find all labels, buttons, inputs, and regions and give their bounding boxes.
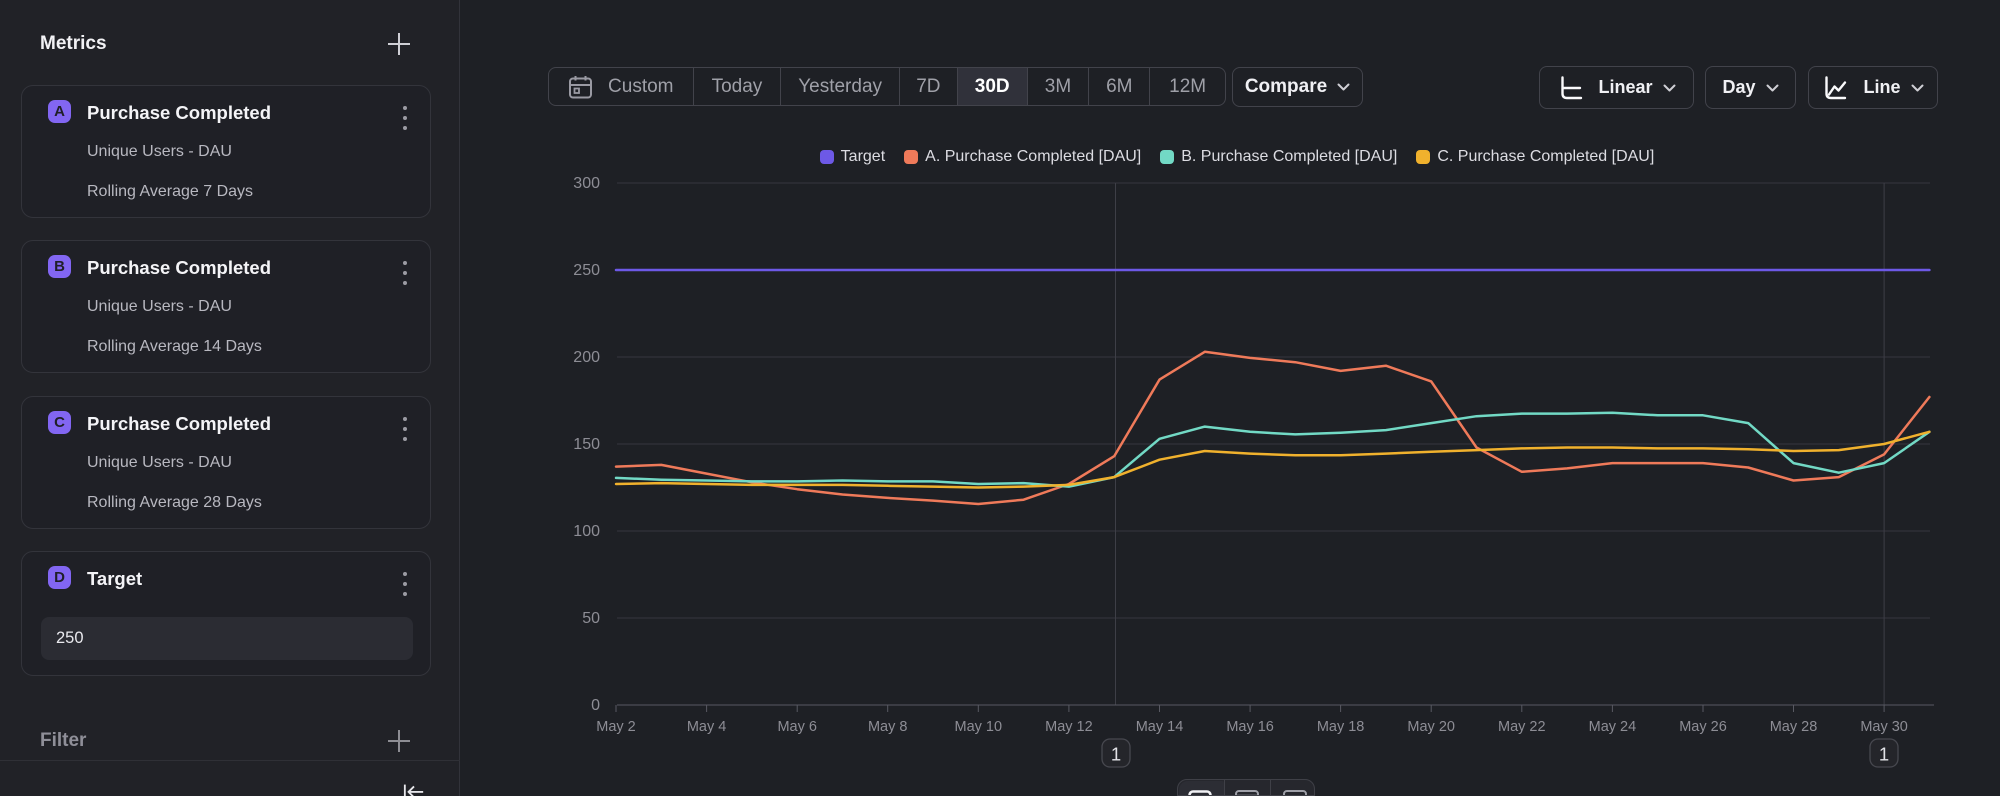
- svg-text:May 12: May 12: [1045, 719, 1093, 735]
- svg-text:May 16: May 16: [1226, 719, 1274, 735]
- svg-text:May 28: May 28: [1770, 719, 1818, 735]
- svg-text:May 10: May 10: [955, 719, 1003, 735]
- svg-text:May 30: May 30: [1860, 719, 1908, 735]
- svg-text:May 24: May 24: [1589, 719, 1637, 735]
- svg-text:May 8: May 8: [868, 719, 908, 735]
- svg-text:1: 1: [1879, 744, 1889, 765]
- svg-text:300: 300: [573, 175, 600, 192]
- svg-text:200: 200: [573, 349, 600, 366]
- svg-text:May 2: May 2: [596, 719, 636, 735]
- svg-text:50: 50: [582, 610, 600, 627]
- svg-text:May 20: May 20: [1407, 719, 1455, 735]
- svg-text:0: 0: [591, 697, 600, 714]
- svg-text:May 6: May 6: [777, 719, 817, 735]
- svg-text:100: 100: [573, 523, 600, 540]
- svg-text:150: 150: [573, 436, 600, 453]
- svg-text:250: 250: [573, 262, 600, 279]
- svg-text:1: 1: [1111, 744, 1121, 765]
- svg-text:May 22: May 22: [1498, 719, 1546, 735]
- svg-text:May 26: May 26: [1679, 719, 1727, 735]
- svg-text:May 4: May 4: [687, 719, 727, 735]
- svg-text:May 18: May 18: [1317, 719, 1365, 735]
- svg-text:May 14: May 14: [1136, 719, 1184, 735]
